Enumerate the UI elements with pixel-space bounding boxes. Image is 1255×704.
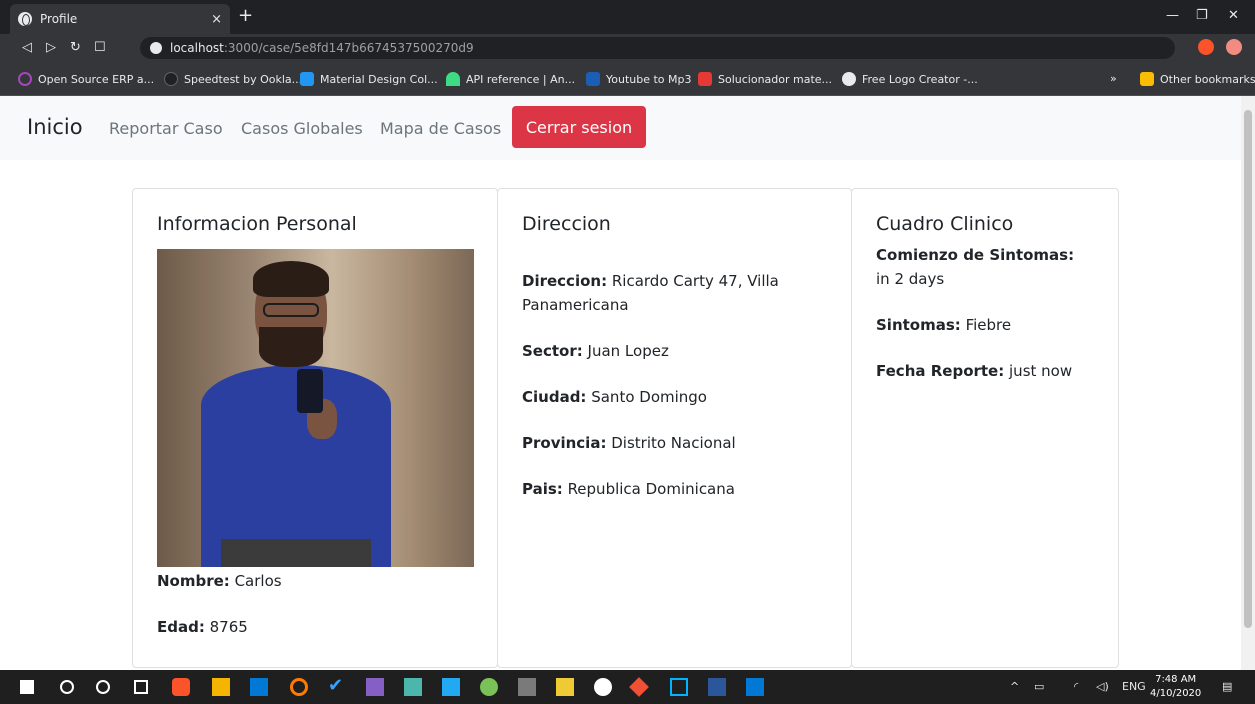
city-field: Ciudad: Santo Domingo xyxy=(522,388,707,406)
logout-button[interactable]: Cerrar sesion xyxy=(512,106,646,148)
solucionador-icon xyxy=(698,72,712,86)
network-icon[interactable]: ▭ xyxy=(1034,680,1044,693)
app-circle-icon[interactable] xyxy=(290,678,308,696)
bookmark-item[interactable]: Solucionador mate... xyxy=(698,72,832,86)
globe-icon xyxy=(18,12,32,26)
sector-field: Sector: Juan Lopez xyxy=(522,342,669,360)
card-title: Informacion Personal xyxy=(157,213,357,235)
address-bar[interactable]: localhost :3000/case/5e8fd147b6674537500… xyxy=(140,37,1175,59)
name-field: Nombre: Carlos xyxy=(157,572,282,590)
nav-link-casos-globales[interactable]: Casos Globales xyxy=(241,119,363,138)
page-viewport: Inicio Reportar Caso Casos Globales Mapa… xyxy=(0,96,1241,670)
android-icon xyxy=(446,72,460,86)
folder-icon xyxy=(1140,72,1154,86)
age-field: Edad: 8765 xyxy=(157,618,248,636)
url-host: localhost xyxy=(170,41,224,55)
navbar-brand-inicio[interactable]: Inicio xyxy=(27,115,83,139)
windows-taskbar: ✔ ^ ▭ ◜ ◁) ENG 7:48 AM 4/10/2020 ▤ xyxy=(0,670,1255,704)
mongodb-icon[interactable] xyxy=(594,678,612,696)
province-field: Provincia: Distrito Nacional xyxy=(522,434,736,452)
url-path: :3000/case/5e8fd147b6674537500270d9 xyxy=(223,41,474,55)
app-icon[interactable] xyxy=(404,678,422,696)
onset-field: Comienzo de Sintomas: in 2 days xyxy=(876,246,1075,288)
bookmark-icon[interactable]: ☐ xyxy=(94,40,106,55)
bookmarks-bar: Open Source ERP a... Speedtest by Ookla.… xyxy=(0,62,1255,96)
app-window-icon[interactable] xyxy=(746,678,764,696)
notification-icon[interactable]: ▤ xyxy=(1222,680,1232,693)
browser-tab-bar: Profile × + — ❐ ✕ xyxy=(0,0,1255,34)
checkmark-app-icon[interactable]: ✔ xyxy=(328,675,346,696)
material-icon xyxy=(300,72,314,86)
browser-toolbar: ◁ ▷ ↻ ☐ localhost :3000/case/5e8fd147b66… xyxy=(0,34,1255,62)
database-icon[interactable] xyxy=(518,678,536,696)
profile-avatar-icon[interactable] xyxy=(1226,39,1242,55)
vscode-icon[interactable] xyxy=(442,678,460,696)
globe-icon xyxy=(842,72,856,86)
address-field: Direccion: Ricardo Carty 47, Villa Panam… xyxy=(522,272,779,314)
file-explorer-icon[interactable] xyxy=(212,678,230,696)
nav-link-reportar-caso[interactable]: Reportar Caso xyxy=(109,119,223,138)
reload-icon[interactable]: ↻ xyxy=(70,40,81,55)
visual-studio-icon[interactable] xyxy=(366,678,384,696)
bookmark-item[interactable]: Open Source ERP a... xyxy=(18,72,154,86)
tab-close-button[interactable]: × xyxy=(211,12,222,27)
back-icon[interactable]: ◁ xyxy=(22,40,32,55)
cortana-icon[interactable] xyxy=(96,680,110,694)
bookmarks-overflow-button[interactable]: » xyxy=(1110,72,1117,85)
windows-start-icon[interactable] xyxy=(20,680,34,694)
bookmark-item[interactable]: Youtube to Mp3 xyxy=(586,72,692,86)
country-field: Pais: Republica Dominicana xyxy=(522,480,735,498)
other-bookmarks-folder[interactable]: Other bookmarks xyxy=(1140,72,1255,86)
git-icon[interactable] xyxy=(629,677,649,697)
search-icon[interactable] xyxy=(60,680,74,694)
report-date-field: Fecha Reporte: just now xyxy=(876,362,1073,380)
minimize-icon[interactable]: — xyxy=(1166,8,1179,23)
site-info-icon[interactable] xyxy=(150,42,162,54)
window-close-icon[interactable]: ✕ xyxy=(1228,8,1239,23)
profile-photo xyxy=(157,249,474,567)
new-tab-button[interactable]: + xyxy=(238,5,253,26)
bookmark-item[interactable]: Material Design Col... xyxy=(300,72,438,86)
word-icon[interactable] xyxy=(708,678,726,696)
bookmark-item[interactable]: Speedtest by Ookla... xyxy=(164,72,302,86)
card-title: Direccion xyxy=(522,213,611,235)
restore-icon[interactable]: ❐ xyxy=(1196,8,1208,23)
app-navbar: Inicio Reportar Caso Casos Globales Mapa… xyxy=(0,96,1241,160)
browser-tab-profile[interactable]: Profile × xyxy=(10,4,230,34)
scrollbar-thumb[interactable] xyxy=(1244,110,1252,628)
task-view-icon[interactable] xyxy=(134,680,148,694)
python-icon[interactable] xyxy=(556,678,574,696)
nav-link-mapa-de-casos[interactable]: Mapa de Casos xyxy=(380,119,501,138)
volume-icon[interactable]: ◁) xyxy=(1096,680,1109,693)
wifi-icon[interactable]: ◜ xyxy=(1074,680,1078,693)
chevron-up-icon[interactable]: ^ xyxy=(1010,680,1019,693)
address-card: Direccion Direccion: Ricardo Carty 47, V… xyxy=(497,188,852,668)
forward-icon[interactable]: ▷ xyxy=(46,40,56,55)
mail-icon[interactable] xyxy=(250,678,268,696)
symptoms-field: Sintomas: Fiebre xyxy=(876,316,1012,334)
system-clock[interactable]: 7:48 AM 4/10/2020 xyxy=(1150,673,1201,701)
personal-info-card: Informacion Personal Nombre: Carlos Edad… xyxy=(132,188,498,668)
android-studio-icon[interactable] xyxy=(480,678,498,696)
brave-browser-icon[interactable] xyxy=(172,678,190,696)
speedtest-icon xyxy=(164,72,178,86)
erp-icon xyxy=(18,72,32,86)
page-scrollbar[interactable] xyxy=(1241,96,1255,670)
brave-shield-icon[interactable] xyxy=(1198,39,1214,55)
bookmark-item[interactable]: Free Logo Creator -... xyxy=(842,72,978,86)
bookmark-item[interactable]: API reference | An... xyxy=(446,72,575,86)
clinical-card: Cuadro Clinico Comienzo de Sintomas: in 2… xyxy=(851,188,1119,668)
tab-title: Profile xyxy=(40,12,78,26)
language-indicator[interactable]: ENG xyxy=(1122,680,1146,693)
card-title: Cuadro Clinico xyxy=(876,213,1014,235)
youtube-mp3-icon xyxy=(586,72,600,86)
vm-icon[interactable] xyxy=(670,678,688,696)
